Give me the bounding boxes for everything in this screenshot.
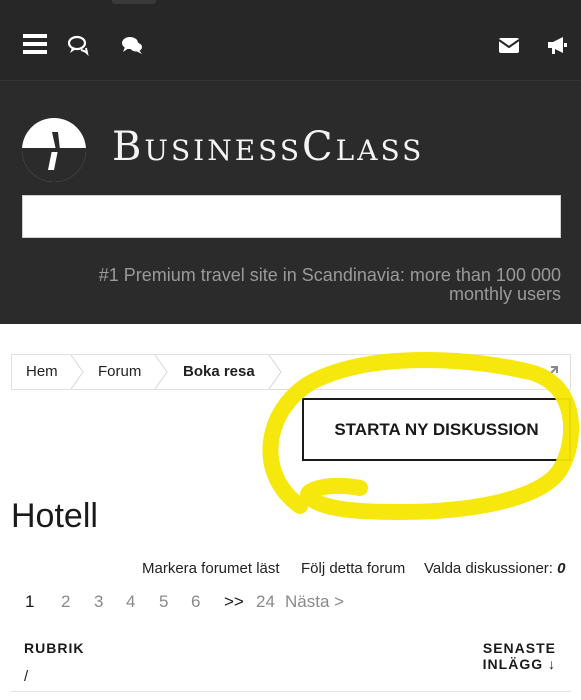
page-link[interactable]: 6 <box>191 592 200 612</box>
breadcrumb-separator <box>154 355 168 389</box>
mail-icon[interactable] <box>498 34 520 56</box>
column-header-latest-line1: SENASTE <box>482 640 556 656</box>
page-link[interactable]: 4 <box>126 592 135 612</box>
column-header-latest[interactable]: SENASTE INLÄGG ↓ <box>483 640 556 672</box>
page-skip-link[interactable]: >> <box>224 592 244 612</box>
forum-actions: Markera forumet läst Följ detta forum Va… <box>0 560 572 580</box>
selected-discussions[interactable]: Valda diskussioner: 0 <box>424 560 565 577</box>
site-tagline: #1 Premium travel site in Scandinavia: m… <box>98 265 561 304</box>
divider <box>11 691 571 692</box>
page-last-link[interactable]: 24 <box>256 592 275 612</box>
top-bar <box>0 0 581 80</box>
column-header-title[interactable]: RUBRIK <box>24 640 84 656</box>
status-notch <box>112 0 156 4</box>
selected-discussions-count: 0 <box>557 560 566 577</box>
breadcrumb: Hem Forum Boka resa <box>11 354 571 390</box>
page-next-link[interactable]: Nästa > <box>285 592 344 612</box>
page-current[interactable]: 1 <box>25 592 34 612</box>
column-header-latest-line2: INLÄGG ↓ <box>482 656 556 672</box>
follow-forum-link[interactable]: Följ detta forum <box>301 560 405 577</box>
conversations-icon[interactable] <box>66 33 90 57</box>
row-placeholder: / <box>24 668 29 685</box>
menu-icon[interactable] <box>21 30 49 58</box>
breadcrumb-separator <box>268 355 282 389</box>
chat-bubbles-icon[interactable] <box>120 33 144 57</box>
breadcrumb-item-forum[interactable]: Forum <box>98 355 141 389</box>
mark-forum-read-link[interactable]: Markera forumet läst <box>142 560 280 577</box>
forum-title: Hotell <box>11 497 98 535</box>
site-logo-text[interactable]: BusinessClass <box>112 124 424 170</box>
breadcrumb-item-current[interactable]: Boka resa <box>183 355 255 389</box>
page-link[interactable]: 3 <box>94 592 103 612</box>
page-link[interactable]: 5 <box>159 592 168 612</box>
pagination: 1 2 3 4 5 6 >> 24 Nästa > <box>0 592 581 616</box>
megaphone-icon[interactable] <box>545 33 569 57</box>
selected-discussions-label: Valda diskussioner: <box>424 560 553 577</box>
logo-plane-icon[interactable] <box>22 118 86 182</box>
start-new-discussion-button[interactable]: STARTA NY DISKUSSION <box>302 398 571 461</box>
breadcrumb-item-home[interactable]: Hem <box>26 355 58 389</box>
breadcrumb-separator <box>70 355 84 389</box>
search-input[interactable] <box>22 195 561 238</box>
expand-arrow-icon[interactable] <box>546 364 560 378</box>
page-link[interactable]: 2 <box>61 592 70 612</box>
